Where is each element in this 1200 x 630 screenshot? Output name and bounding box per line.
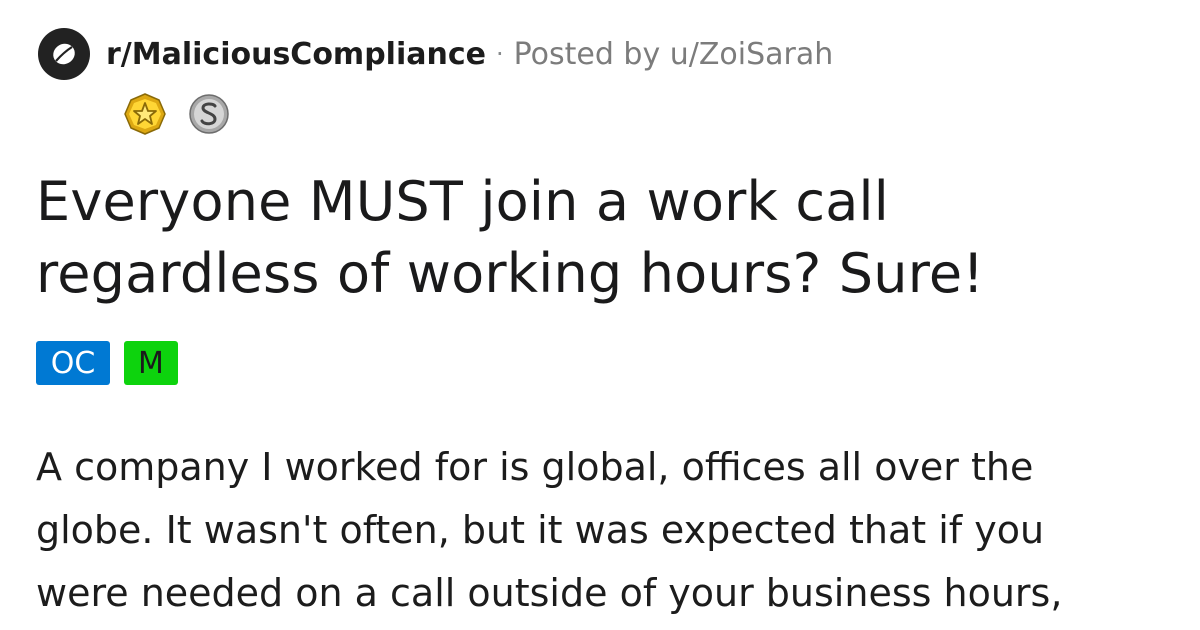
- post-body-line: A company I worked for is global, office…: [36, 445, 1034, 489]
- awards-row: [122, 90, 232, 138]
- silver-award-icon[interactable]: [186, 91, 232, 137]
- flair-row: OC M: [36, 341, 178, 385]
- post-title-line-1: Everyone MUST join a work call: [36, 170, 889, 233]
- post-title[interactable]: Everyone MUST join a work call regardles…: [36, 166, 1156, 310]
- post-body: A company I worked for is global, office…: [36, 436, 1176, 625]
- gold-award-icon[interactable]: [122, 91, 168, 137]
- post-body-line: were needed on a call outside of your bu…: [36, 571, 1063, 615]
- posted-by-user-link[interactable]: Posted by u/ZoiSarah: [514, 37, 834, 72]
- post-title-line-2: regardless of working hours? Sure!: [36, 242, 985, 305]
- post-header: r/MaliciousCompliance · Posted by u/ZoiS…: [38, 28, 833, 80]
- subreddit-avatar-icon[interactable]: [38, 28, 90, 80]
- subreddit-link[interactable]: r/MaliciousCompliance: [106, 37, 486, 72]
- reddit-post: r/MaliciousCompliance · Posted by u/ZoiS…: [0, 0, 1200, 630]
- separator-dot: ·: [495, 40, 504, 68]
- post-body-line: globe. It wasn't often, but it was expec…: [36, 508, 1045, 552]
- oc-flair-badge[interactable]: OC: [36, 341, 110, 385]
- m-flair-badge[interactable]: M: [124, 341, 178, 385]
